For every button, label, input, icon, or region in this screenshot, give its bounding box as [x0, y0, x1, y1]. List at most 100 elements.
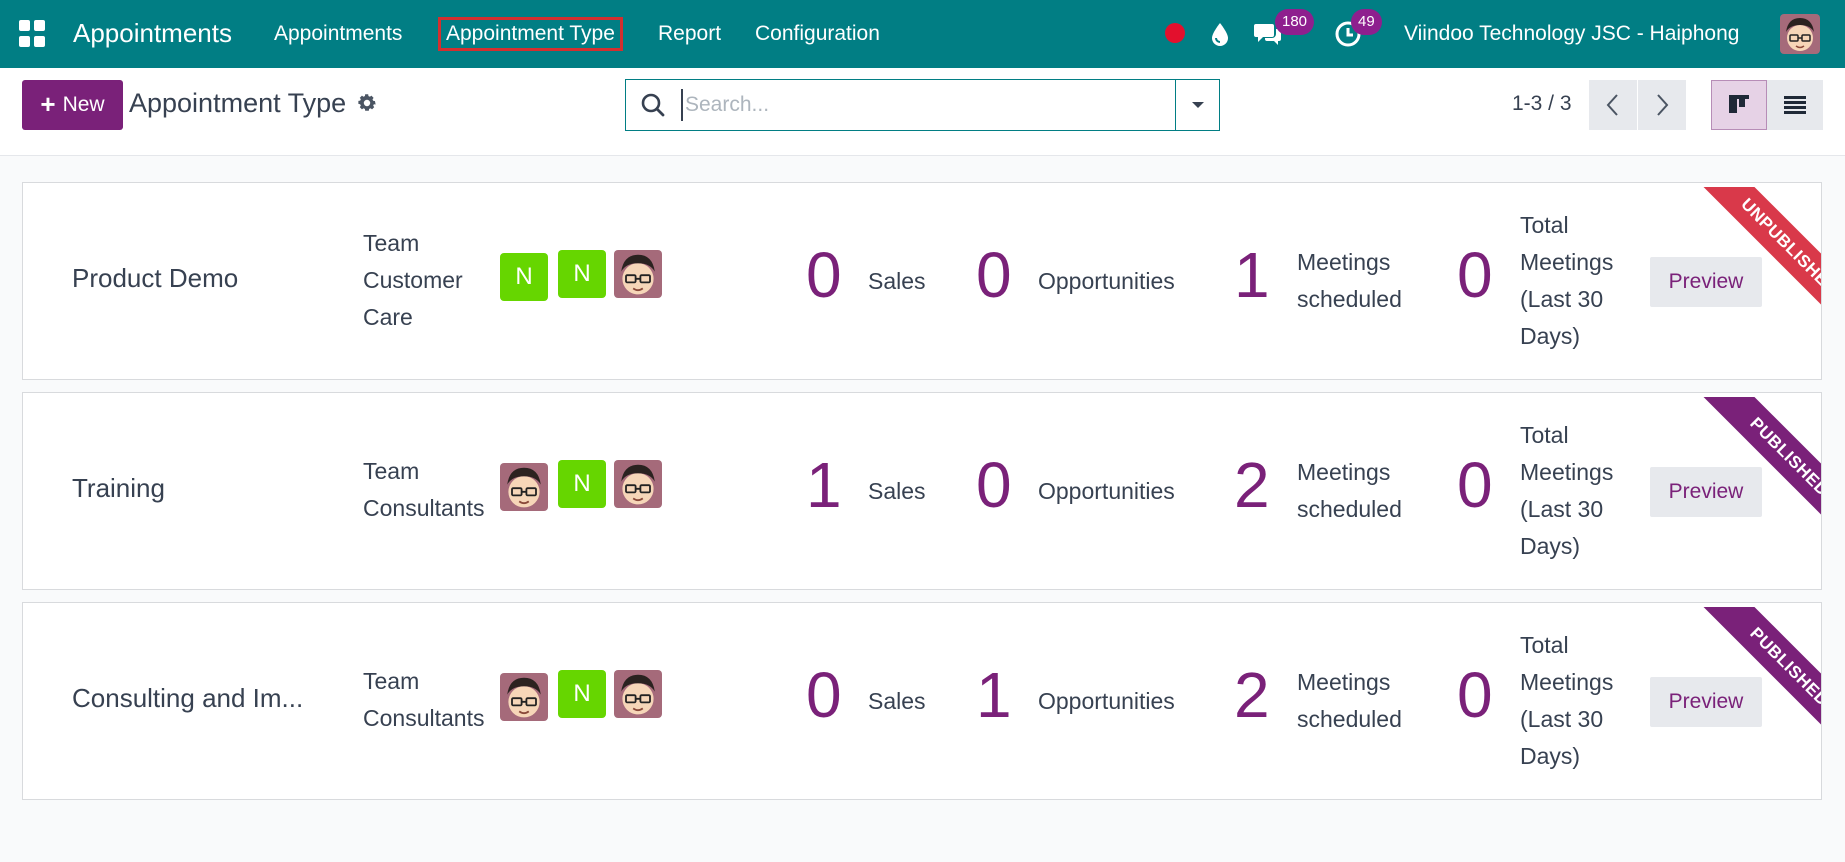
list-icon [1784, 96, 1806, 114]
ribbon-label: PUBLISHED [1698, 397, 1821, 531]
team-line: Team [363, 458, 420, 484]
team-line: Consultants [363, 495, 485, 521]
staff-avatar[interactable]: N [558, 670, 606, 718]
label-line: Meetings [1297, 459, 1391, 485]
card-team: Team Customer Care [363, 225, 463, 336]
total-meetings-label[interactable]: Total Meetings (Last 30 Days) [1520, 417, 1613, 565]
label-line: Total [1520, 422, 1569, 448]
card-team: Team Consultants [363, 663, 484, 737]
label-line: scheduled [1297, 706, 1402, 732]
app-brand[interactable]: Appointments [73, 18, 232, 49]
staff-avatar[interactable] [500, 673, 548, 721]
chevron-left-icon [1606, 94, 1618, 116]
opportunities-count[interactable]: 1 [976, 663, 1012, 727]
staff-avatar[interactable] [614, 250, 662, 298]
team-line: Team [363, 668, 420, 694]
menu-report[interactable]: Report [658, 22, 721, 46]
status-ribbon: PUBLISHED [1687, 607, 1821, 741]
label-line: scheduled [1297, 286, 1402, 312]
caret-down-icon [1191, 102, 1204, 108]
label-line: Meetings [1520, 669, 1614, 695]
menu-configuration[interactable]: Configuration [755, 22, 880, 46]
opportunities-count[interactable]: 0 [976, 243, 1012, 307]
label-line: (Last 30 [1520, 706, 1604, 732]
drop-icon[interactable] [1204, 18, 1236, 50]
status-ribbon: UNPUBLISHED [1687, 187, 1821, 321]
card-name: Training [72, 473, 165, 503]
label-line: (Last 30 [1520, 286, 1604, 312]
menu-appointments[interactable]: Appointments [274, 22, 402, 46]
search-icon [640, 92, 666, 118]
total-meetings-label[interactable]: Total Meetings (Last 30 Days) [1520, 207, 1613, 355]
team-line: Customer [363, 267, 463, 293]
sales-count[interactable]: 0 [806, 663, 842, 727]
appointment-type-card[interactable]: Training Team Consultants N 1 Sales 0 Op… [22, 392, 1822, 590]
team-line: Care [363, 304, 413, 330]
sales-count[interactable]: 0 [806, 243, 842, 307]
card-team: Team Consultants [363, 453, 484, 527]
staff-avatar[interactable] [614, 670, 662, 718]
meetings-count[interactable]: 2 [1234, 453, 1270, 517]
card-name: Consulting and Im... [72, 683, 304, 713]
meetings-label[interactable]: Meetings scheduled [1297, 454, 1402, 528]
chevron-right-icon [1657, 94, 1669, 116]
kanban-view-button[interactable] [1711, 80, 1767, 130]
meetings-label[interactable]: Meetings scheduled [1297, 244, 1402, 318]
total-meetings-count[interactable]: 0 [1457, 453, 1493, 517]
label-line: Meetings [1520, 459, 1614, 485]
sales-label[interactable]: Sales [868, 263, 926, 300]
pager-previous-button[interactable] [1589, 80, 1637, 130]
status-ribbon: PUBLISHED [1687, 397, 1821, 531]
label-line: Meetings [1297, 669, 1391, 695]
search-input[interactable] [681, 89, 1161, 121]
meetings-label[interactable]: Meetings scheduled [1297, 664, 1402, 738]
label-line: Total [1520, 632, 1569, 658]
kanban-icon [1729, 95, 1749, 113]
top-navbar: Appointments Appointments Appointment Ty… [0, 0, 1845, 68]
new-button-label: New [62, 93, 105, 116]
opportunities-label[interactable]: Opportunities [1038, 263, 1175, 300]
search-options-toggle[interactable] [1175, 80, 1219, 130]
label-line: Days) [1520, 323, 1581, 349]
team-line: Consultants [363, 705, 485, 731]
app-menu-icon[interactable] [19, 20, 47, 48]
staff-avatar[interactable]: N [558, 250, 606, 298]
total-meetings-label[interactable]: Total Meetings (Last 30 Days) [1520, 627, 1613, 775]
opportunities-label[interactable]: Opportunities [1038, 473, 1175, 510]
new-button[interactable]: + New [22, 80, 123, 130]
total-meetings-count[interactable]: 0 [1457, 243, 1493, 307]
sales-label[interactable]: Sales [868, 473, 926, 510]
control-panel: + New Appointment Type 1-3 / 3 [0, 68, 1845, 156]
meetings-count[interactable]: 2 [1234, 663, 1270, 727]
staff-avatar[interactable]: N [558, 460, 606, 508]
label-line: (Last 30 [1520, 496, 1604, 522]
user-avatar[interactable] [1780, 14, 1820, 54]
appointment-type-card[interactable]: Product Demo Team Customer Care N N 0 Sa… [22, 182, 1822, 380]
messages-count-badge: 180 [1275, 9, 1315, 35]
label-line: Total [1520, 212, 1569, 238]
total-meetings-count[interactable]: 0 [1457, 663, 1493, 727]
company-switcher[interactable]: Viindoo Technology JSC - Haiphong [1404, 22, 1739, 46]
sales-label[interactable]: Sales [868, 683, 926, 720]
team-line: Team [363, 230, 420, 256]
ribbon-label: UNPUBLISHED [1698, 187, 1821, 321]
pager-value[interactable]: 1-3 / 3 [1512, 92, 1572, 116]
staff-avatar[interactable] [500, 463, 548, 511]
pager-next-button[interactable] [1638, 80, 1686, 130]
appointment-type-card[interactable]: Consulting and Im... Team Consultants N … [22, 602, 1822, 800]
gear-icon[interactable] [356, 92, 382, 118]
menu-appointment-type[interactable]: Appointment Type [438, 17, 623, 51]
staff-avatar[interactable]: N [500, 253, 548, 301]
opportunities-count[interactable]: 0 [976, 453, 1012, 517]
page-title: Appointment Type [129, 88, 347, 118]
label-line: scheduled [1297, 496, 1402, 522]
opportunities-label[interactable]: Opportunities [1038, 683, 1175, 720]
staff-avatar[interactable] [614, 460, 662, 508]
label-line: Days) [1520, 743, 1581, 769]
list-view-button[interactable] [1767, 80, 1823, 130]
sales-count[interactable]: 1 [806, 453, 842, 517]
label-line: Meetings [1520, 249, 1614, 275]
recording-indicator-icon[interactable] [1165, 23, 1185, 43]
label-line: Meetings [1297, 249, 1391, 275]
meetings-count[interactable]: 1 [1234, 243, 1270, 307]
